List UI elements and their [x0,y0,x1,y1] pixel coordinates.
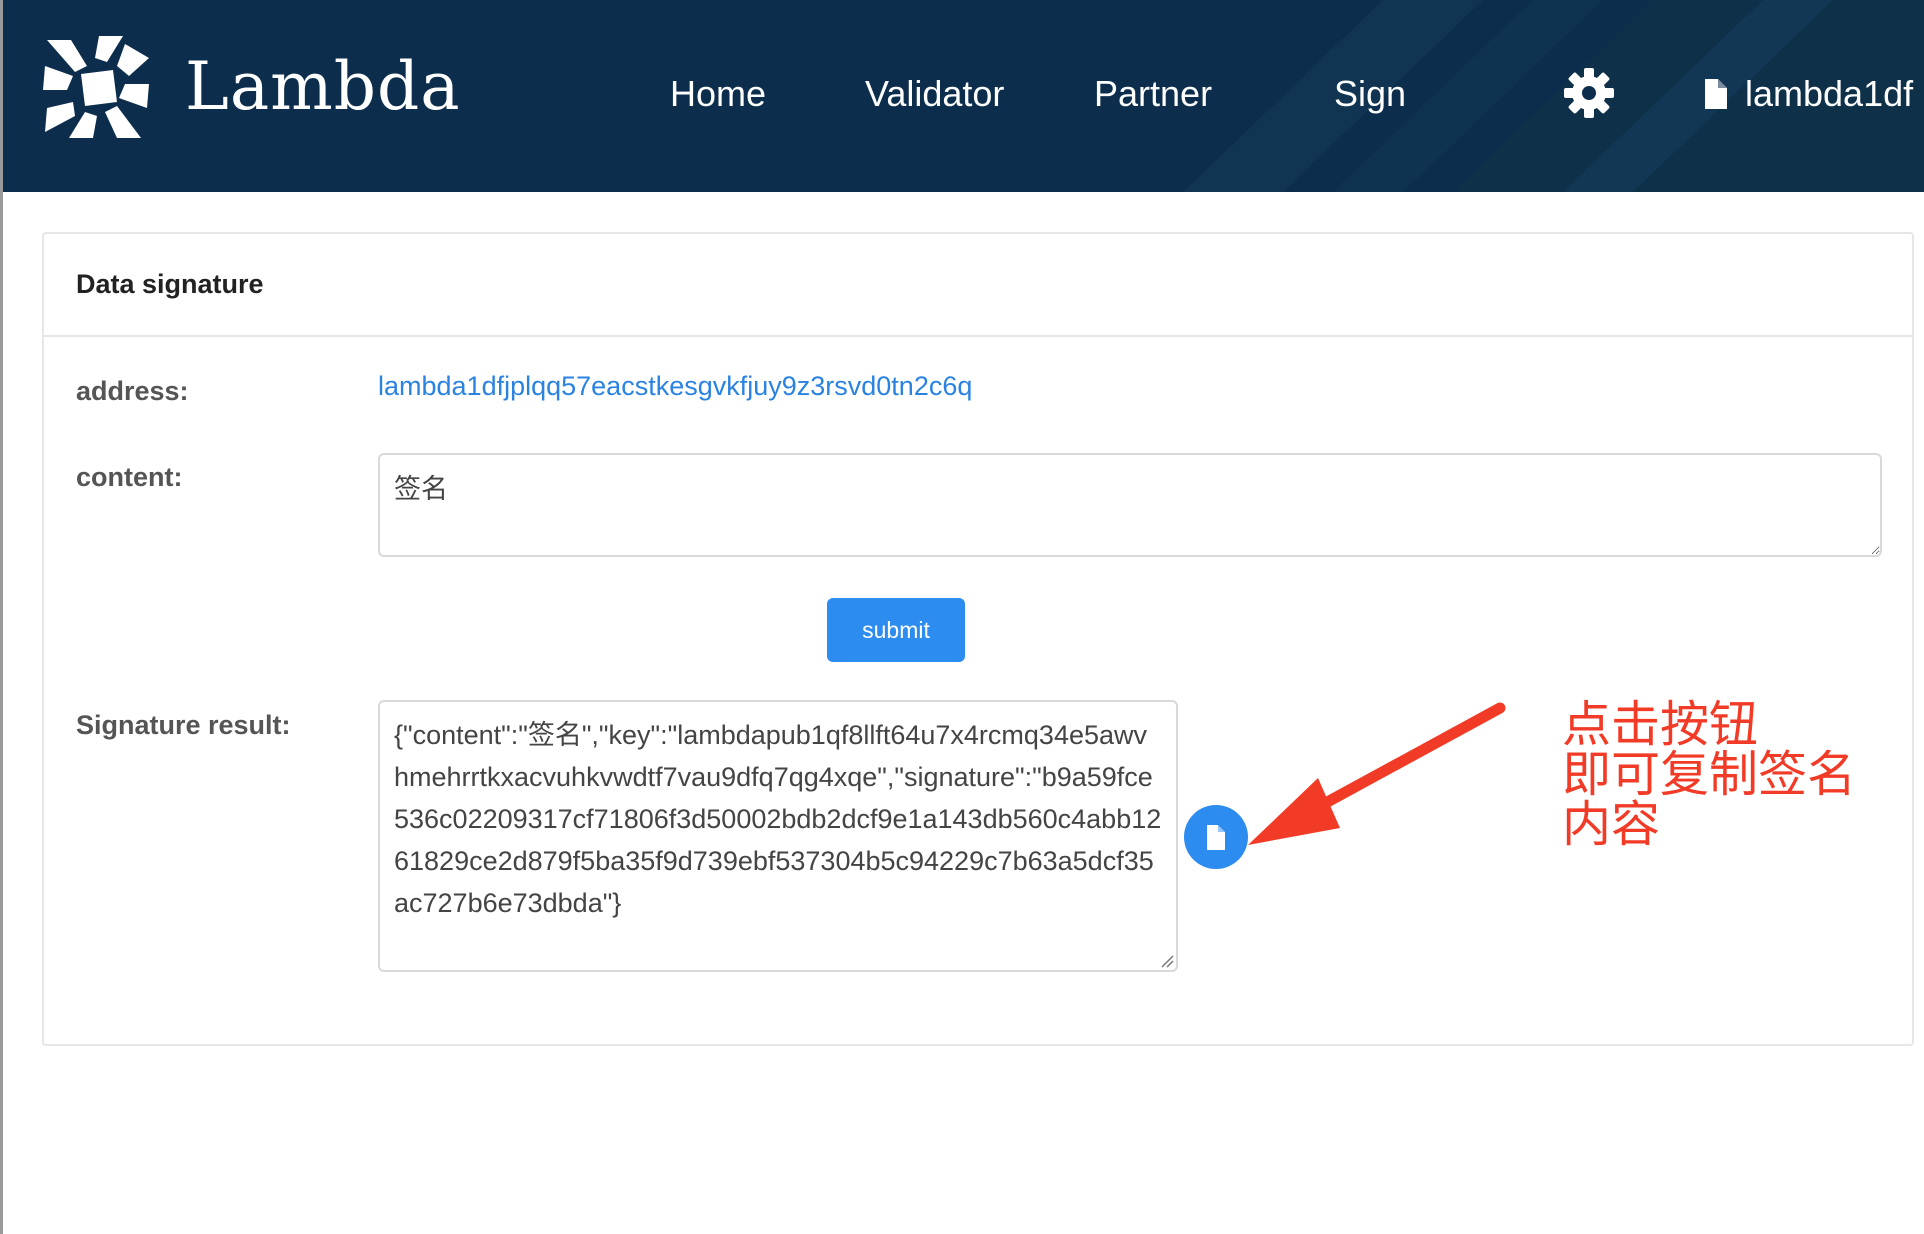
annotation-line: 内容 [1562,796,1661,853]
document-icon [1705,79,1727,109]
card-header: Data signature [44,234,1912,337]
signature-result-textarea[interactable]: {"content":"签名","key":"lambdapub1qf8llft… [378,700,1178,972]
nav-home[interactable]: Home [670,68,766,120]
account-address: lambda1df [1745,73,1914,114]
gear-icon [1564,68,1614,118]
lambda-logo-icon [43,36,149,138]
address-link[interactable]: lambda1dfjplqq57eacstkesgvkfjuy9z3rsvd0t… [378,371,972,402]
content-textarea[interactable]: 签名 [378,453,1882,557]
page: Lambda Home Validator Partner Sign lambd… [0,0,1924,1234]
annotation-line: 即可复制签名 [1562,746,1857,803]
submit-button[interactable]: submit [827,598,965,662]
top-navbar: Lambda Home Validator Partner Sign lambd… [3,0,1924,192]
nav-partner[interactable]: Partner [1094,68,1212,120]
card-title: Data signature [76,269,264,299]
annotation-arrow-icon [1248,702,1506,845]
data-signature-card: Data signature address: lambda1dfjplqq57… [42,232,1914,1046]
nav-sign[interactable]: Sign [1334,68,1406,120]
settings-button[interactable] [1563,67,1615,119]
account-menu[interactable]: lambda1df [1703,68,1924,120]
annotation-text: 点击按钮 即可复制签名 内容 [1562,700,1902,850]
signature-result-label: Signature result: [76,710,291,740]
copy-signature-button[interactable] [1184,805,1248,869]
resize-grip-icon[interactable] [1158,952,1174,968]
brand[interactable]: Lambda [41,32,461,142]
copy-icon [1207,824,1225,850]
annotation-line: 点击按钮 [1562,696,1759,753]
nav-validator[interactable]: Validator [865,68,1004,120]
content-label: content: [76,462,183,492]
brand-name: Lambda [185,48,461,125]
address-label: address: [76,376,189,406]
signature-result-text: {"content":"签名","key":"lambdapub1qf8llft… [394,720,1162,918]
